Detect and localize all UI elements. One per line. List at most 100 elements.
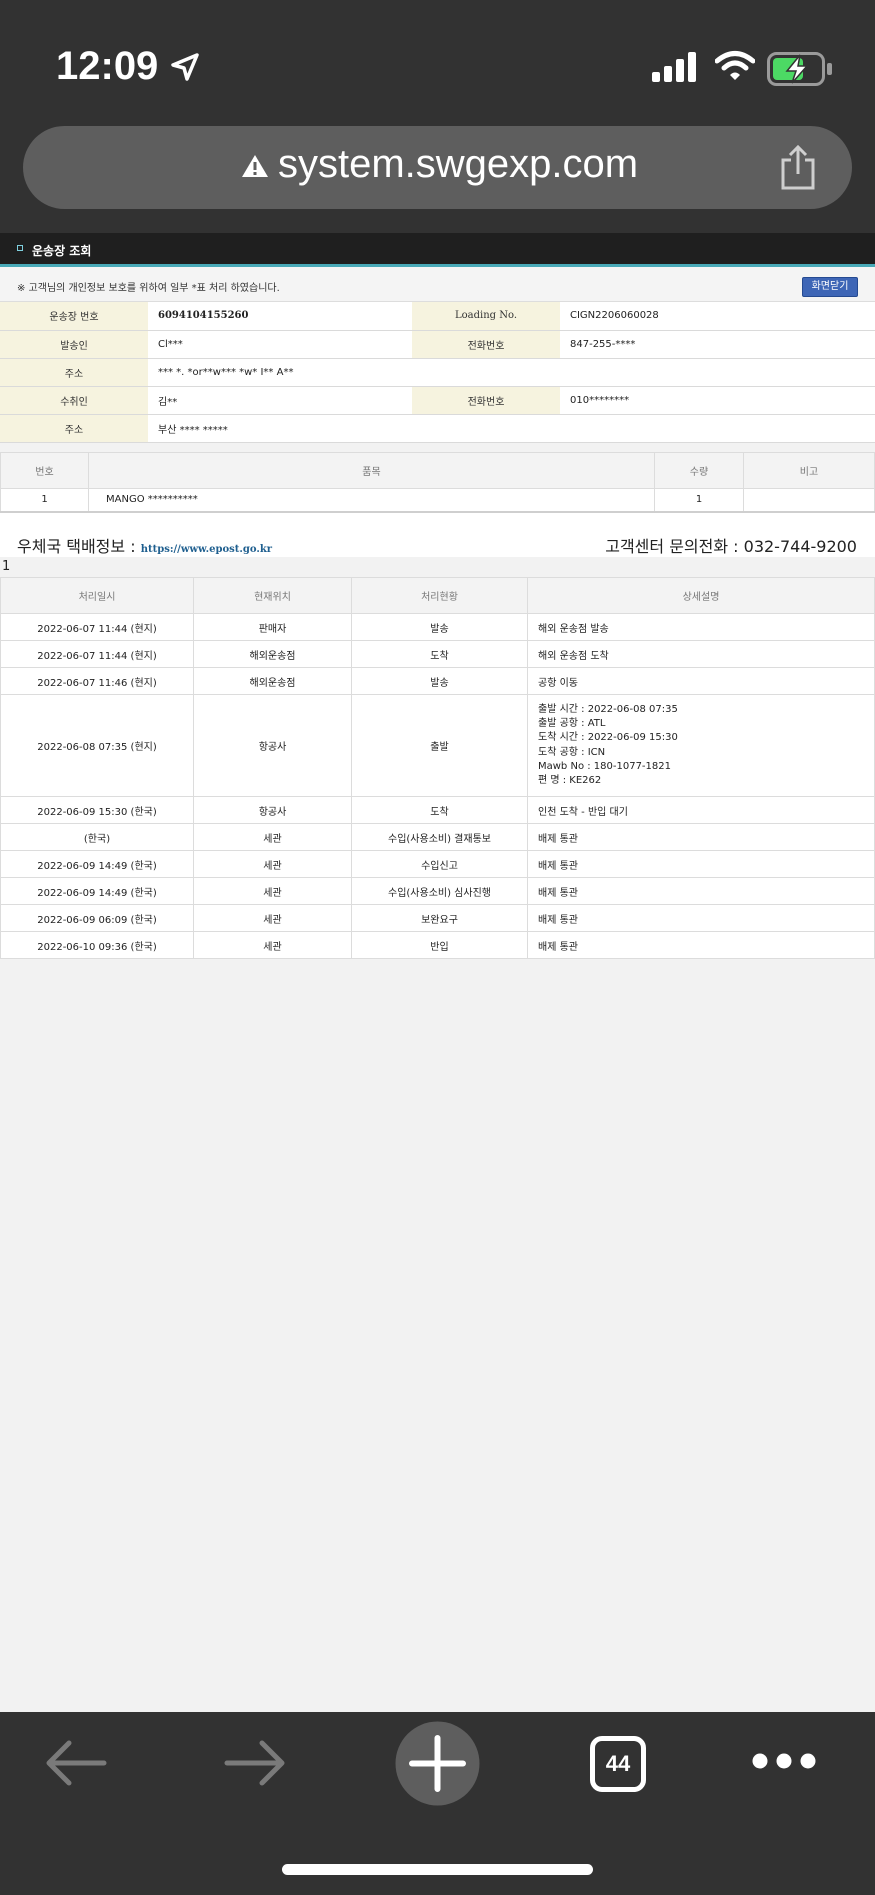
privacy-notice: ※ 고객님의 개인정보 보호를 위하여 일부 *표 처리 하였습니다. 화면닫기 bbox=[0, 267, 875, 302]
event-time: 2022-06-07 11:44 (현지) bbox=[0, 640, 194, 668]
items-header-row: 번호 품목 수량 비고 bbox=[0, 451, 875, 489]
page-title-bar: 운송장 조회 bbox=[0, 233, 875, 267]
info-row: 주소 *** *. *or**w*** *w* I** A** bbox=[0, 358, 875, 387]
more-options-icon[interactable] bbox=[752, 1752, 816, 1770]
receiver-label: 수취인 bbox=[0, 386, 148, 415]
warning-icon bbox=[242, 155, 268, 177]
arrival-airport: 도착 공항 : ICN bbox=[538, 746, 606, 758]
epost-info-bar: 우체국 택배정보 : https://www.epost.go.kr 고객센터 … bbox=[0, 513, 875, 557]
new-tab-plus-icon[interactable] bbox=[395, 1721, 480, 1806]
event-location: 세관 bbox=[193, 931, 352, 960]
table-row: (한국) 세관 수입(사용소비) 결재통보 배제 통관 bbox=[0, 823, 875, 852]
receiver-phone: 010******** bbox=[560, 386, 875, 415]
wifi-icon bbox=[715, 51, 755, 80]
epost-label-group: 우체국 택배정보 : https://www.epost.go.kr bbox=[17, 533, 272, 557]
items-header-name: 품목 bbox=[88, 451, 655, 489]
event-description: 배제 통관 bbox=[527, 877, 875, 906]
info-row: 발송인 Cl*** 전화번호 847-255-**** bbox=[0, 330, 875, 359]
back-arrow-icon[interactable] bbox=[44, 1738, 108, 1788]
event-status: 도착 bbox=[351, 640, 528, 668]
event-location: 해외운송점 bbox=[193, 640, 352, 668]
receiver-name: 김** bbox=[148, 386, 412, 415]
epost-label: 우체국 택배정보 : bbox=[17, 537, 136, 556]
info-row: 수취인 김** 전화번호 010******** bbox=[0, 386, 875, 415]
table-row: 2022-06-07 11:46 (현지) 해외운송점 발송 공항 이동 bbox=[0, 667, 875, 695]
items-header-qty: 수량 bbox=[654, 451, 744, 489]
event-location: 세관 bbox=[193, 904, 352, 933]
item-no: 1 bbox=[0, 487, 89, 513]
loading-number-label: Loading No. bbox=[412, 302, 560, 331]
status-bar: 12:09 bbox=[0, 0, 875, 120]
items-header-no: 번호 bbox=[0, 451, 89, 489]
event-description: 출발 시간 : 2022-06-08 07:35 출발 공항 : ATL 도착 … bbox=[527, 693, 875, 798]
cellular-signal-icon bbox=[652, 52, 696, 82]
loading-number: CIGN2206060028 bbox=[560, 302, 875, 331]
flight-details: 출발 시간 : 2022-06-08 07:35 출발 공항 : ATL 도착 … bbox=[538, 695, 874, 796]
event-status: 수입(사용소비) 결재통보 bbox=[351, 823, 528, 852]
home-indicator bbox=[282, 1864, 593, 1875]
title-bullet-icon bbox=[17, 245, 23, 251]
table-row: 2022-06-09 14:49 (한국) 세관 수입(사용소비) 심사진행 배… bbox=[0, 877, 875, 906]
event-time: (한국) bbox=[0, 823, 194, 852]
event-location: 항공사 bbox=[193, 796, 352, 825]
event-description: 해외 운송점 발송 bbox=[527, 613, 875, 641]
event-description: 배제 통관 bbox=[527, 823, 875, 852]
tracking-header-row: 처리일시 현재위치 처리현황 상세설명 bbox=[0, 577, 875, 614]
table-row: 2022-06-09 06:09 (한국) 세관 보완요구 배제 통관 bbox=[0, 904, 875, 933]
mawb-number: Mawb No : 180-1077-1821 bbox=[538, 760, 671, 772]
arrival-time: 도착 시간 : 2022-06-09 15:30 bbox=[538, 732, 678, 744]
customer-center-phone: 고객센터 문의전화 : 032-744-9200 bbox=[605, 537, 857, 556]
header-description: 상세설명 bbox=[527, 577, 875, 614]
item-note bbox=[743, 487, 875, 513]
event-status: 보완요구 bbox=[351, 904, 528, 933]
event-status: 발송 bbox=[351, 667, 528, 695]
event-time: 2022-06-09 14:49 (한국) bbox=[0, 850, 194, 879]
share-icon[interactable] bbox=[780, 144, 816, 190]
event-time: 2022-06-10 09:36 (한국) bbox=[0, 931, 194, 960]
item-name: MANGO ********** bbox=[88, 487, 655, 513]
sender-address: *** *. *or**w*** *w* I** A** bbox=[148, 358, 875, 387]
table-row: 2022-06-07 11:44 (현지) 해외운송점 도착 해외 운송점 도착 bbox=[0, 640, 875, 668]
event-location: 세관 bbox=[193, 877, 352, 906]
event-status: 발송 bbox=[351, 613, 528, 641]
event-description: 인천 도착 - 반입 대기 bbox=[527, 796, 875, 825]
forward-arrow-icon[interactable] bbox=[223, 1738, 287, 1788]
event-time: 2022-06-09 14:49 (한국) bbox=[0, 877, 194, 906]
status-time: 12:09 bbox=[56, 44, 159, 88]
items-table: 번호 품목 수량 비고 1 MANGO ********** 1 bbox=[0, 451, 875, 513]
table-row: 2022-06-08 07:35 (현지) 항공사 출발 출발 시간 : 202… bbox=[0, 693, 875, 798]
event-description: 해외 운송점 도착 bbox=[527, 640, 875, 668]
table-row: 2022-06-09 14:49 (한국) 세관 수입신고 배제 통관 bbox=[0, 850, 875, 879]
item-qty: 1 bbox=[654, 487, 744, 513]
close-screen-button[interactable]: 화면닫기 bbox=[802, 277, 858, 297]
event-time: 2022-06-07 11:44 (현지) bbox=[0, 613, 194, 641]
tracking-number: 6094104155260 bbox=[148, 302, 412, 331]
event-status: 반입 bbox=[351, 931, 528, 960]
sender-address-label: 주소 bbox=[0, 358, 148, 387]
table-row: 2022-06-10 09:36 (한국) 세관 반입 배제 통관 bbox=[0, 931, 875, 960]
receiver-address: 부산 **** ***** bbox=[148, 414, 875, 443]
tab-count-button[interactable]: 44 bbox=[590, 1736, 646, 1792]
event-location: 세관 bbox=[193, 850, 352, 879]
event-status: 출발 bbox=[351, 693, 528, 798]
url-text: system.swgexp.com bbox=[278, 142, 639, 186]
address-bar[interactable]: system.swgexp.com bbox=[23, 126, 852, 209]
header-time: 처리일시 bbox=[0, 577, 194, 614]
event-status: 수입신고 bbox=[351, 850, 528, 879]
receiver-phone-label: 전화번호 bbox=[412, 386, 560, 415]
flight-number: 편 명 : KE262 bbox=[538, 775, 602, 787]
epost-link[interactable]: https://www.epost.go.kr bbox=[141, 544, 272, 555]
page-content: 운송장 조회 ※ 고객님의 개인정보 보호를 위하여 일부 *표 처리 하였습니… bbox=[0, 233, 875, 1712]
sender-phone: 847-255-**** bbox=[560, 330, 875, 359]
departure-airport: 출발 공항 : ATL bbox=[538, 718, 606, 730]
event-time: 2022-06-09 06:09 (한국) bbox=[0, 904, 194, 933]
page-title: 운송장 조회 bbox=[32, 244, 92, 258]
event-location: 판매자 bbox=[193, 613, 352, 641]
departure-time: 출발 시간 : 2022-06-08 07:35 bbox=[538, 704, 678, 715]
event-status: 도착 bbox=[351, 796, 528, 825]
result-count: 1 bbox=[0, 557, 875, 577]
tracking-number-label: 운송장 번호 bbox=[0, 302, 148, 331]
event-location: 세관 bbox=[193, 823, 352, 852]
items-header-note: 비고 bbox=[743, 451, 875, 489]
event-description: 배제 통관 bbox=[527, 931, 875, 960]
